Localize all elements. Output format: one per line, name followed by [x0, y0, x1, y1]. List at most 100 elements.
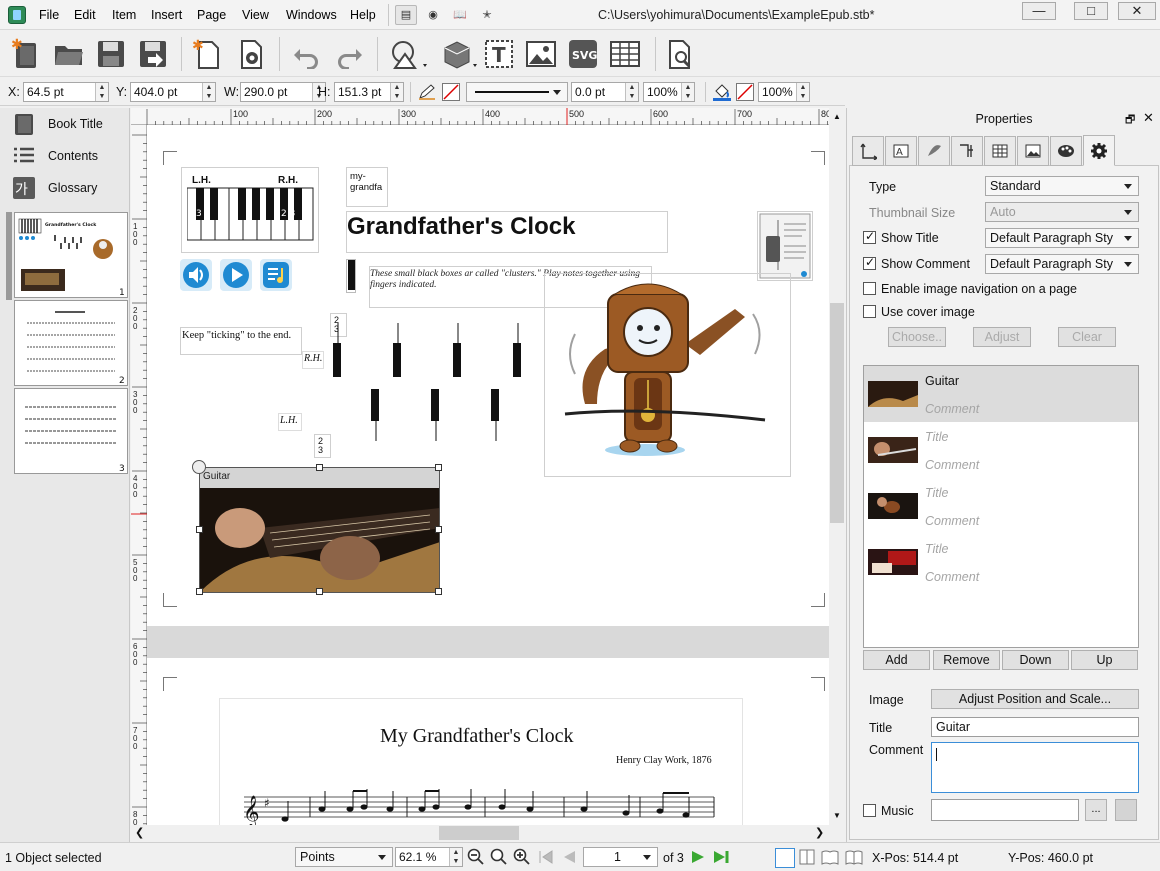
clock-image-frame[interactable] — [544, 273, 791, 477]
tab-image[interactable] — [1017, 136, 1049, 166]
show-comment-checkbox[interactable] — [863, 255, 876, 270]
scroll-left-icon[interactable]: ❮ — [135, 826, 144, 839]
menu-insert[interactable]: Insert — [151, 8, 182, 22]
fill-bucket-icon[interactable] — [712, 83, 732, 101]
tab-table[interactable] — [984, 136, 1016, 166]
height-field[interactable]: 151.3 pt ▲ ▼ — [334, 82, 404, 102]
tab-text-style[interactable]: A — [885, 136, 917, 166]
new-book-icon[interactable]: ✱ — [8, 37, 42, 71]
play-video-icon[interactable] — [220, 259, 252, 291]
nav-glossary[interactable]: 가 Glossary — [12, 174, 127, 202]
move-up-button[interactable]: Up — [1071, 650, 1138, 670]
keyboard-diagram[interactable]: L.H. R.H. 3 2 2 3 — [181, 167, 319, 253]
resize-handle[interactable] — [435, 526, 442, 533]
image-list-item[interactable]: Title Comment — [864, 478, 1138, 534]
menu-help[interactable]: Help — [350, 8, 376, 22]
text-frame-icon[interactable]: T — [482, 37, 516, 71]
tab-shadow[interactable] — [918, 136, 950, 166]
image-list-item[interactable]: Guitar Comment — [864, 366, 1138, 422]
fill-none-swatch[interactable] — [736, 83, 754, 101]
save-icon[interactable] — [94, 37, 128, 71]
music-file-field[interactable] — [931, 799, 1079, 821]
tab-color[interactable] — [1050, 136, 1082, 166]
type-select[interactable]: Standard — [985, 176, 1139, 196]
single-page-view-icon[interactable] — [775, 848, 795, 868]
title-frame[interactable]: Grandfather's Clock — [346, 211, 668, 253]
fill-opacity-field[interactable]: 100% ▲ ▼ — [758, 82, 810, 102]
scroll-up-icon[interactable]: ▲ — [833, 112, 841, 121]
scroll-right-icon[interactable]: ❯ — [815, 826, 824, 839]
previous-page-icon[interactable] — [560, 848, 578, 866]
page-thumbnail-2[interactable]: 2 — [14, 300, 128, 386]
image-list-item[interactable]: Title Comment — [864, 534, 1138, 590]
spin-arrows-icon[interactable]: ▲ ▼ — [202, 83, 215, 101]
svg-icon[interactable]: SVG — [566, 37, 600, 71]
line-style-select[interactable] — [466, 82, 568, 102]
zoom-out-icon[interactable] — [467, 848, 485, 866]
menu-item[interactable]: Item — [112, 8, 136, 22]
title-style-select[interactable]: Default Paragraph Sty — [985, 228, 1139, 248]
book-spread-view-icon[interactable] — [821, 848, 839, 866]
menu-page[interactable]: Page — [197, 8, 226, 22]
resize-handle[interactable] — [435, 588, 442, 595]
thumbnail-size-select[interactable]: Auto — [985, 202, 1139, 222]
browse-music-button[interactable]: ... — [1085, 799, 1107, 821]
last-page-icon[interactable] — [712, 848, 732, 866]
small-text-frame[interactable]: my-grandfa — [346, 167, 388, 207]
image-comment-field[interactable] — [931, 742, 1139, 793]
open-book-view-icon[interactable] — [845, 848, 863, 866]
audio-speaker-icon[interactable] — [180, 259, 212, 291]
keep-ticking-frame[interactable]: Keep "ticking" to the end. — [180, 327, 302, 355]
music-checkbox[interactable] — [863, 804, 876, 817]
page-thumbnail-1[interactable]: Grandfather's Clock 1 — [14, 212, 128, 298]
choose-button[interactable]: Choose.. — [888, 327, 946, 347]
spin-arrows-icon[interactable]: ▲ ▼ — [625, 83, 638, 101]
redo-icon[interactable] — [332, 37, 366, 71]
scroll-down-icon[interactable]: ▼ — [833, 811, 841, 820]
zoom-in-icon[interactable] — [513, 848, 531, 866]
undock-icon[interactable]: 🗗 — [1125, 111, 1135, 130]
menu-edit[interactable]: Edit — [74, 8, 96, 22]
panel-layout-icon[interactable]: ▤ — [395, 5, 417, 25]
paragraph-mark-icon[interactable]: ◉ — [422, 5, 444, 25]
open-folder-icon[interactable] — [52, 37, 86, 71]
menu-view[interactable]: View — [242, 8, 269, 22]
first-page-icon[interactable] — [537, 848, 555, 866]
spin-arrows-icon[interactable]: ▲ ▼ — [449, 848, 462, 866]
page-settings-icon[interactable] — [234, 37, 268, 71]
pen-color-icon[interactable] — [418, 84, 436, 100]
x-position-field[interactable]: 64.5 pt ▲ ▼ — [23, 82, 109, 102]
book-view-icon[interactable]: 📖 — [449, 5, 471, 25]
minimize-button[interactable]: — — [1022, 2, 1056, 20]
zoom-actual-icon[interactable] — [490, 848, 508, 866]
preview-icon[interactable] — [663, 37, 697, 71]
show-title-checkbox[interactable] — [863, 229, 876, 244]
image-list-item[interactable]: Title Comment — [864, 422, 1138, 478]
resize-handle[interactable] — [196, 526, 203, 533]
adjust-position-scale-button[interactable]: Adjust Position and Scale... — [931, 689, 1139, 709]
page-canvas[interactable]: L.H. R.H. 3 2 2 3 my-grandfa Grandfather… — [147, 125, 829, 825]
move-down-button[interactable]: Down — [1002, 650, 1069, 670]
horizontal-scrollbar[interactable]: ❮ ❯ — [131, 825, 829, 841]
object-3d-icon[interactable] — [438, 37, 480, 71]
music-play-button[interactable] — [1115, 799, 1137, 821]
save-as-icon[interactable] — [136, 37, 170, 71]
nav-contents[interactable]: Contents — [12, 142, 127, 170]
undo-icon[interactable] — [290, 37, 324, 71]
facing-page-view-icon[interactable] — [798, 848, 816, 866]
guitar-image-frame[interactable]: Guitar — [196, 464, 442, 595]
music-playlist-icon[interactable] — [260, 259, 292, 291]
rotate-handle-icon[interactable] — [192, 460, 206, 474]
units-select[interactable]: Points — [295, 847, 393, 867]
enable-navigation-checkbox[interactable] — [863, 282, 876, 295]
resize-handle[interactable] — [316, 588, 323, 595]
sheet-music-cover-image[interactable] — [757, 211, 813, 281]
rh-marker[interactable]: R.H. — [302, 351, 324, 369]
resize-handle[interactable] — [435, 464, 442, 471]
spin-arrows-icon[interactable]: ▲ ▼ — [681, 83, 694, 101]
spin-arrows-icon[interactable]: ▲ ▼ — [95, 83, 108, 101]
spin-arrows-icon[interactable]: ▲ ▼ — [796, 83, 809, 101]
page-thumbnail-3[interactable]: 3 — [14, 388, 128, 474]
vertical-scroll-thumb[interactable] — [830, 303, 844, 523]
tab-position[interactable] — [852, 136, 884, 166]
